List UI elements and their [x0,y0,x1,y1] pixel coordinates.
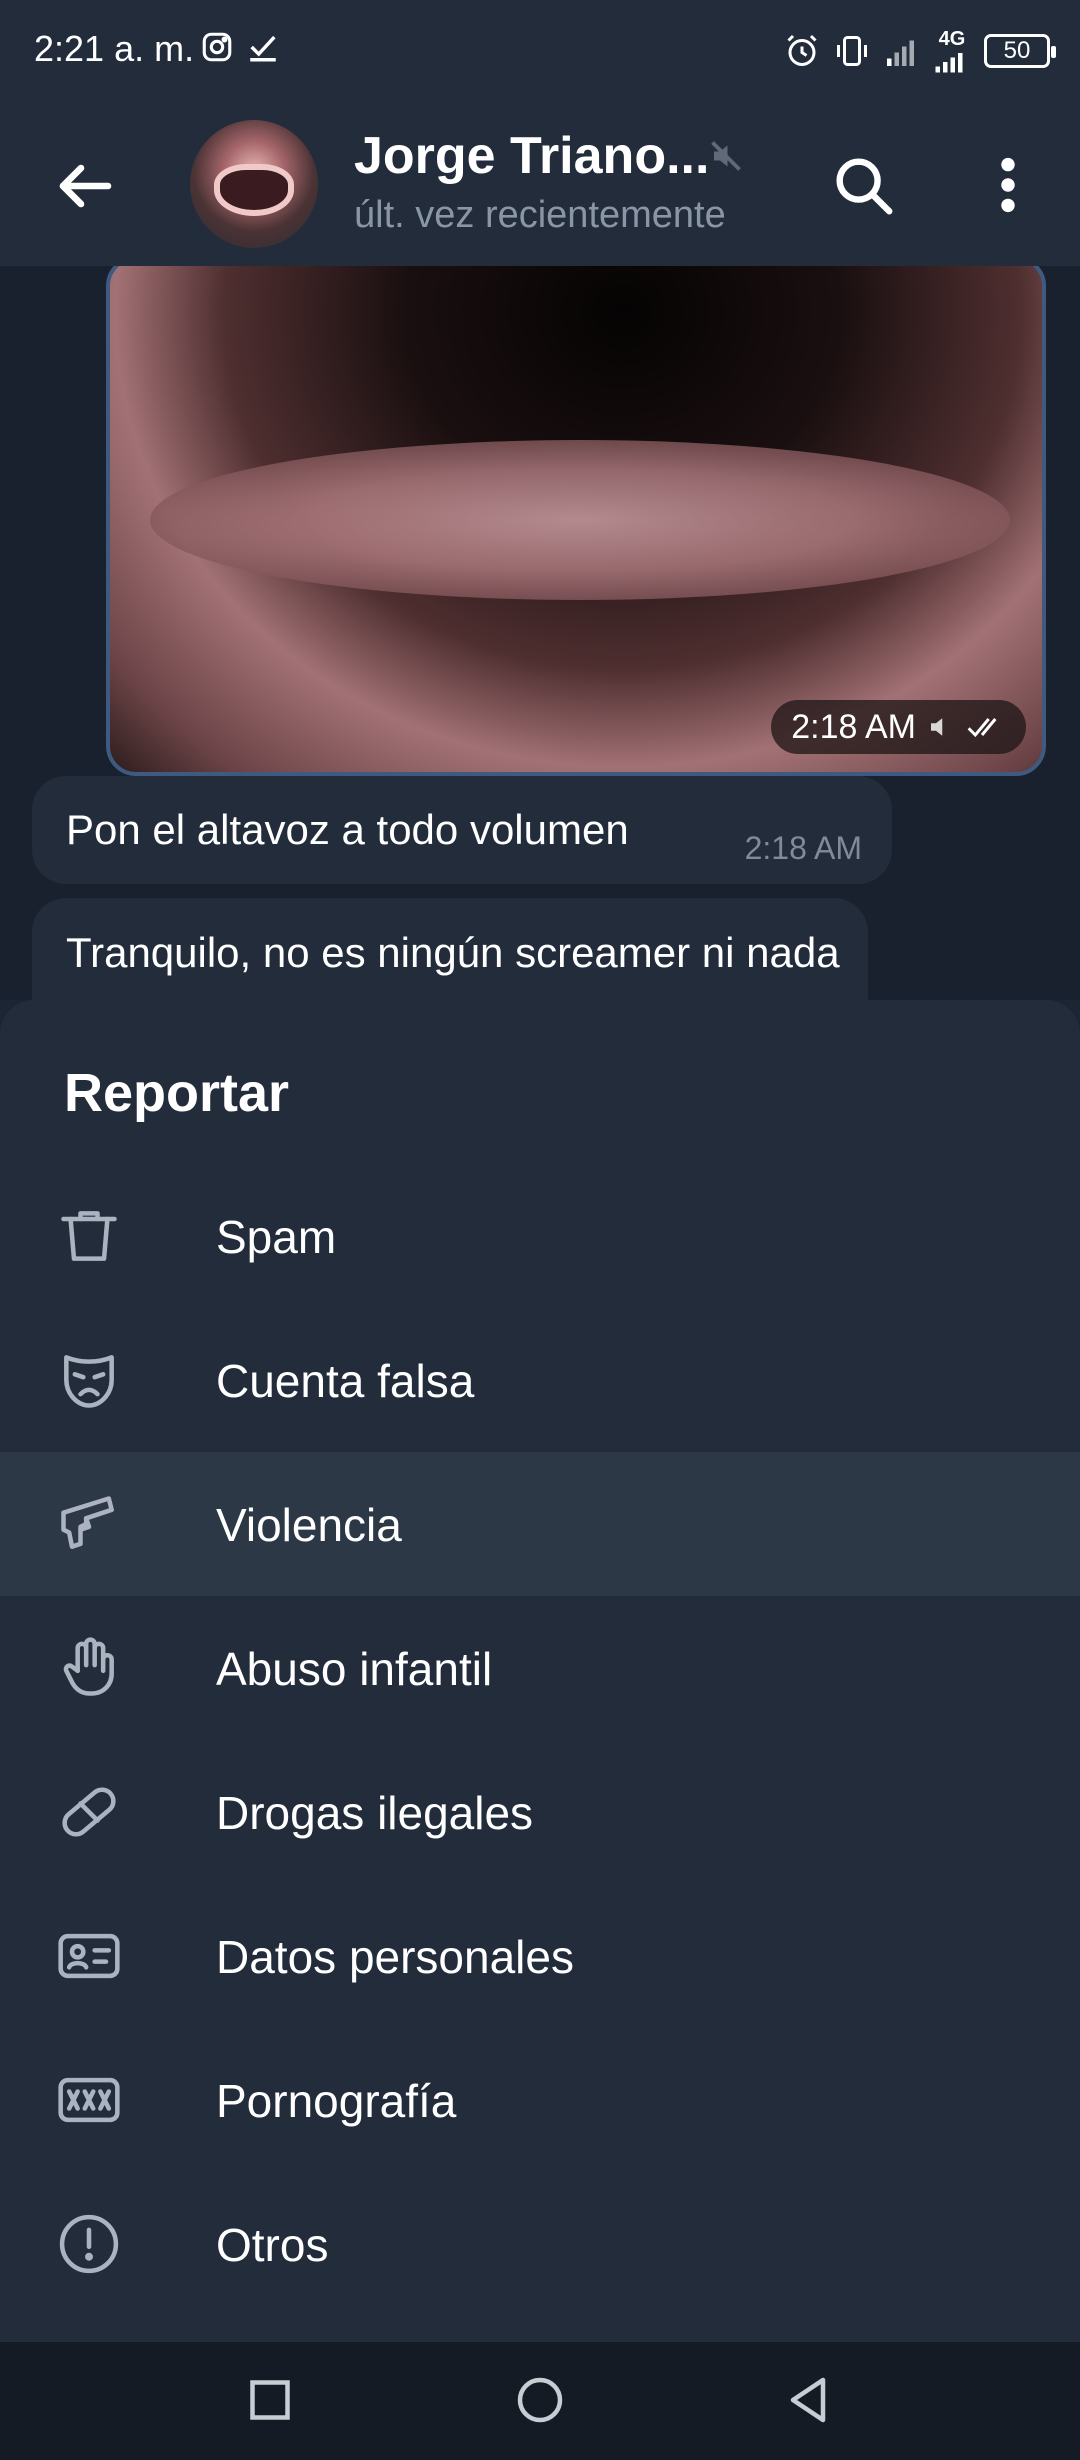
report-option-label: Otros [216,2219,329,2271]
status-notification-icons [200,30,280,64]
system-nav-bar [0,2342,1080,2460]
recent-apps-icon[interactable] [240,2370,300,2430]
report-option-pornography[interactable]: Pornografía [0,2028,1080,2172]
pill-icon [62,1787,116,1837]
video-frame [150,440,1010,600]
hand-icon [63,1637,114,1696]
report-option-other[interactable]: Otros [0,2172,1080,2316]
contact-status: últ. vez recientemente [354,194,726,236]
report-option-fake-account[interactable]: Cuenta falsa [0,1308,1080,1452]
chat-header: Jorge Triano... últ. vez recientemente [0,100,1080,266]
volume-icon[interactable] [926,712,956,742]
signal-bars-icon [935,53,963,73]
battery-indicator: 50 [984,33,1056,68]
muted-speaker-icon [711,141,741,171]
xxx-icon [58,2077,120,2123]
trash-icon [61,1211,117,1261]
signal-icon [887,40,914,66]
sheet-title: Reportar [64,1063,290,1123]
contact-name[interactable]: Jorge Triano... [354,126,709,186]
report-option-label: Spam [216,1211,337,1263]
message-bubble[interactable]: Pon el altavoz a todo volumen 2:18 AM [32,776,892,884]
report-option-label: Datos personales [216,1931,574,1983]
gun-icon [61,1496,114,1549]
vibrate-icon [837,35,867,66]
report-option-label: Cuenta falsa [216,1355,475,1407]
report-option-illegal-drugs[interactable]: Drogas ilegales [0,1740,1080,1884]
status-time: 2:21 a. m. [34,28,195,69]
alarm-icon [787,34,817,66]
message-time: 2:18 AM [744,830,862,866]
search-icon[interactable] [828,150,898,220]
report-option-label: Pornografía [216,2075,457,2127]
message-text: Pon el altavoz a todo volumen [66,806,629,853]
more-options-icon[interactable] [984,150,1032,220]
report-option-personal-data[interactable]: Datos personales [0,1884,1080,2028]
report-option-spam[interactable]: Spam [0,1164,1080,1308]
mask-icon [64,1355,114,1408]
back-arrow-icon[interactable] [48,150,120,222]
home-icon[interactable] [510,2370,570,2430]
report-option-child-abuse[interactable]: Abuso infantil [0,1596,1080,1740]
avatar[interactable] [190,120,318,248]
message-bubble[interactable]: Tranquilo, no es ningún screamer ni nada [32,898,868,1000]
report-option-violence[interactable]: Violencia [0,1452,1080,1596]
network-indicator: 4G [934,28,970,73]
network-type: 4G [938,28,966,50]
video-message[interactable]: 2:18 AM [106,266,1046,776]
video-time-label: 2:18 AM [791,707,916,746]
back-nav-icon[interactable] [778,2370,838,2430]
instagram-icon [202,32,232,62]
report-option-label: Abuso infantil [216,1643,493,1695]
avatar-mouth [214,164,294,216]
check-task-icon [250,35,276,62]
video-timestamp: 2:18 AM [771,700,1026,754]
report-option-label: Drogas ilegales [216,1787,534,1839]
status-bar: 2:21 a. m. 4G 50 [0,0,1080,100]
report-option-label: Violencia [216,1499,402,1551]
double-check-icon [967,718,997,738]
exclamation-icon [59,2214,119,2274]
status-system-icons: 4G 50 [784,28,1056,73]
id-card-icon [58,1933,120,1979]
message-text: Tranquilo, no es ningún screamer ni nada [66,929,840,976]
chat-area: 2:18 AM Pon el altavoz a todo volumen 2:… [0,266,1080,1000]
report-sheet: Reportar Spam Cuenta falsa Violencia Abu… [0,1000,1080,2342]
